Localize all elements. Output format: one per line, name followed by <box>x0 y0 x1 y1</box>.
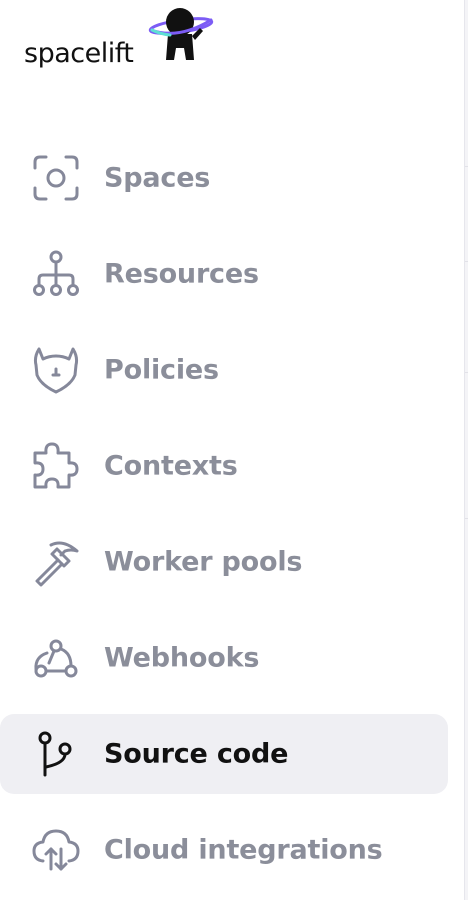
sidebar-item-cloud-integrations[interactable]: Cloud integrations <box>0 810 448 890</box>
sidebar-item-label: Source code <box>104 738 289 770</box>
sidebar-item-label: Spaces <box>104 162 211 194</box>
cloud-integrations-icon <box>30 824 82 876</box>
sidebar-item-worker-pools[interactable]: Worker pools <box>0 522 448 602</box>
webhooks-icon <box>30 632 82 684</box>
content-divider <box>464 0 468 900</box>
sidebar-item-label: Worker pools <box>104 546 303 578</box>
spaces-icon <box>30 152 82 204</box>
worker-pools-icon <box>30 536 82 588</box>
source-code-icon <box>30 728 82 780</box>
astronaut-mascot-icon <box>148 8 214 60</box>
sidebar: spacelift Spaces Resources Policies Cont… <box>0 0 464 900</box>
sidebar-item-webhooks[interactable]: Webhooks <box>0 618 448 698</box>
resources-icon <box>30 248 82 300</box>
sidebar-item-label: Webhooks <box>104 642 260 674</box>
contexts-icon <box>30 440 82 492</box>
logo-wordmark: spacelift <box>24 38 134 69</box>
sidebar-item-label: Cloud integrations <box>104 834 383 866</box>
sidebar-item-resources[interactable]: Resources <box>0 234 448 314</box>
sidebar-item-contexts[interactable]: Contexts <box>0 426 448 506</box>
sidebar-item-spaces[interactable]: Spaces <box>0 138 448 218</box>
sidebar-item-label: Resources <box>104 258 259 290</box>
sidebar-item-label: Contexts <box>104 450 238 482</box>
spacelift-logo[interactable]: spacelift <box>24 6 224 76</box>
sidebar-item-source-code[interactable]: Source code <box>0 714 448 794</box>
sidebar-item-label: Policies <box>104 354 219 386</box>
policies-icon <box>30 344 82 396</box>
sidebar-item-policies[interactable]: Policies <box>0 330 448 410</box>
